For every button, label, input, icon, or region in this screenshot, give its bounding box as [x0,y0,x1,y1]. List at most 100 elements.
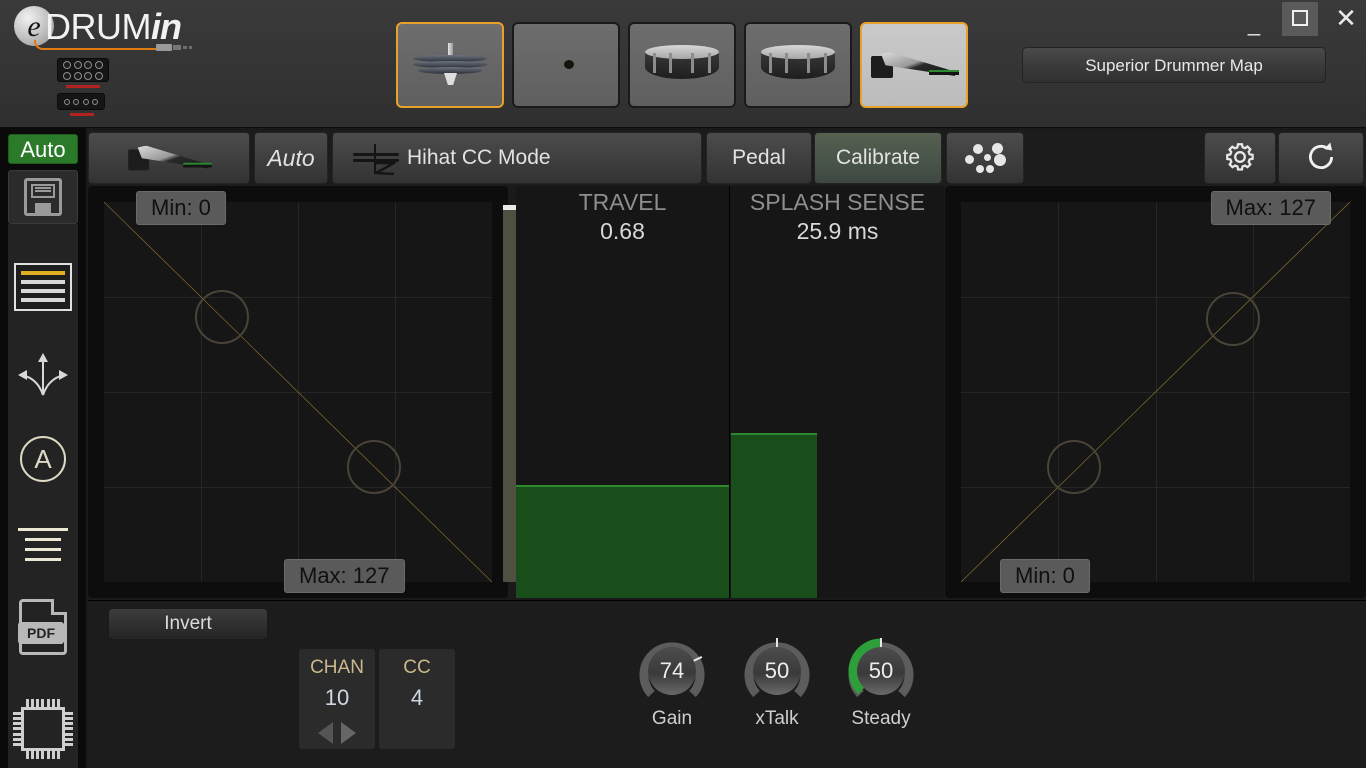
hihat-closed-icon [353,144,399,176]
lines-icon [18,528,68,562]
refresh-icon [1308,142,1334,169]
arrows-icon [13,349,73,397]
midi-channel-arrows[interactable] [299,722,375,744]
sidebar-item-levels[interactable] [8,504,78,586]
midi-channel-value: 10 [324,685,350,710]
pedal-icon [871,48,959,82]
pad-button-pedal[interactable] [860,22,968,108]
curve-plot-right[interactable] [961,202,1350,582]
title-bar: e DRUMin Superior Drummer Map _ ✕ [0,0,1366,128]
pdf-icon: PDF [18,599,67,655]
maximize-button[interactable] [1282,2,1318,36]
logo-plug [156,44,172,51]
xtalk-knob[interactable]: 50 xTalk [744,638,810,729]
pad-button-cymbal[interactable] [512,22,620,108]
toolbar-auto-button[interactable]: Auto [254,132,328,184]
floppy-disk-icon [24,178,62,216]
midi-channel-label: CHAN [310,657,364,678]
hihat-icon [413,43,487,87]
left-sidebar: Auto A PDF [0,128,86,768]
toolbar-pedal-preview[interactable] [88,132,250,184]
circle-a-icon: A [20,436,66,482]
xtalk-knob-value: 50 [753,647,801,695]
toolbar-pattern-button[interactable] [946,132,1024,184]
maximize-icon [1292,10,1308,26]
logo-plug-tip2 [189,46,192,49]
sidebar-item-pdf[interactable]: PDF [8,586,78,668]
list-icon [14,263,72,311]
splash-meter-title: SPLASH SENSE [749,189,926,215]
curve-handles-left [195,290,401,494]
curve-max-label-left[interactable]: Max: 127 [284,559,405,593]
curve-panel-left[interactable]: Min: 0 Max: 127 [88,186,508,598]
travel-slider[interactable] [503,205,516,582]
sidebar-auto-badge[interactable]: Auto [8,134,78,164]
curve-min-label-left[interactable]: Min: 0 [136,191,226,225]
steady-knob-label: Steady [851,708,911,729]
sidebar-item-save[interactable] [8,170,78,224]
connector-indicator-top [66,85,100,88]
gear-icon [1226,143,1254,171]
drum-icon [645,45,719,85]
steady-knob-value: 50 [857,647,905,695]
curve-max-label-right[interactable]: Max: 127 [1210,191,1331,225]
close-button[interactable]: ✕ [1328,2,1364,36]
midi-cc-value: 4 [410,685,424,710]
app-logo: e DRUMin [14,4,244,56]
toolbar-mode-label[interactable]: Hihat CC Mode [332,132,702,184]
travel-meter-bar [516,484,729,598]
chevron-left-icon[interactable] [318,722,333,744]
toolbar-refresh-button[interactable] [1278,132,1364,184]
splash-meter: SPLASH SENSE 25.9 ms [731,186,944,598]
curve-plot-left[interactable] [104,202,492,582]
sidebar-item-auto-mode[interactable]: A [8,418,78,500]
travel-meter-title: TRAVEL [578,189,667,215]
drum-icon [761,45,835,85]
curve-panel-right[interactable]: Max: 127 Min: 0 [945,186,1366,598]
connector-block-bottom [57,93,105,110]
toolbar-pedal-tab[interactable]: Pedal [706,132,812,184]
splash-meter-value: 25.9 ms [796,218,879,244]
connector-indicator-bottom [70,113,94,116]
pad-selector [396,22,976,108]
sidebar-item-curve-spread[interactable] [8,332,78,414]
connector-block-top [57,58,109,82]
xtalk-knob-label: xTalk [755,708,799,729]
edrumin-app-window: e DRUMin Superior Drummer Map _ ✕ Auto A… [0,0,1366,768]
invert-button[interactable]: Invert [108,608,268,640]
pad-button-drum-2[interactable] [744,22,852,108]
minimize-button[interactable]: _ [1236,2,1272,36]
midi-cc-label: CC [403,657,431,678]
sidebar-item-firmware[interactable] [8,688,78,768]
meters-panel: TRAVEL 0.68 SPLASH SENSE 25.9 ms [516,186,944,598]
pad-button-drum-1[interactable] [628,22,736,108]
steady-knob[interactable]: 50 Steady [848,638,914,729]
travel-slider-knob[interactable] [503,205,516,210]
sidebar-item-settings-list[interactable] [8,246,78,328]
dots-pattern-icon [963,143,1007,173]
logo-plug-tip [183,46,187,49]
bottom-panel: Invert CHAN 10 CC 4 1 2 3 4 --- Pedal A … [88,600,1366,768]
pedal-icon [128,142,212,174]
toolbar-settings-button[interactable] [1204,132,1276,184]
curve-min-label-right[interactable]: Min: 0 [1000,559,1090,593]
gain-knob[interactable]: 74 Gain [639,638,705,729]
cymbal-icon [526,43,606,87]
midi-channel-stepper[interactable]: CHAN 10 [299,649,375,749]
superior-drummer-map-button[interactable]: Superior Drummer Map [1022,47,1326,83]
midi-cc-field[interactable]: CC 4 [379,649,455,749]
curve-handles-right [1047,292,1260,494]
splash-meter-bar [731,433,817,598]
chevron-right-icon[interactable] [341,722,356,744]
chip-icon [13,699,73,759]
travel-meter: TRAVEL 0.68 [516,186,730,598]
toolbar-calibrate-button[interactable]: Calibrate [814,132,942,184]
pad-button-hihat[interactable] [396,22,504,108]
travel-meter-value: 0.68 [600,218,645,244]
gain-knob-value: 74 [648,647,696,695]
toolbar-mode-text: Hihat CC Mode [407,146,551,169]
logo-cable [34,40,164,50]
logo-plug-body [173,45,181,50]
mode-toolbar: Auto Hihat CC Mode Pedal Calibrate [88,130,1366,186]
gain-knob-label: Gain [651,708,693,729]
